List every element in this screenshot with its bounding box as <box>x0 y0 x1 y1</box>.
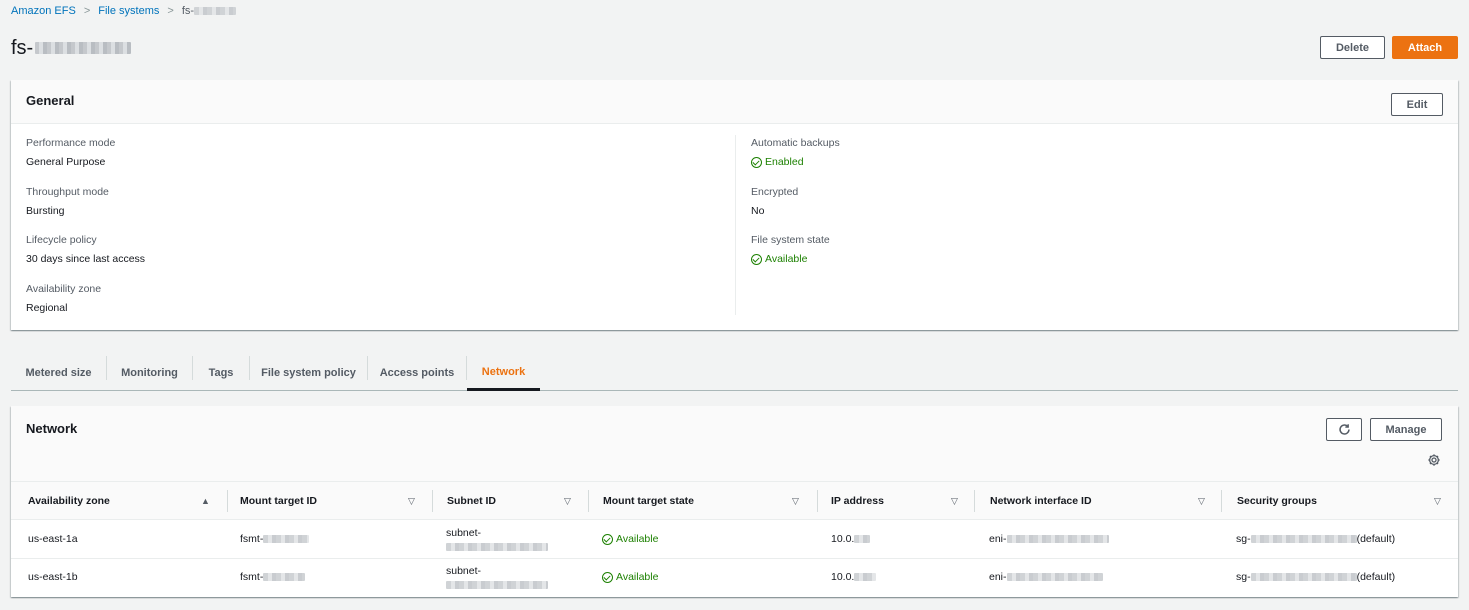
column-divider <box>735 135 736 315</box>
cell-mount-target-id: fsmt- <box>240 558 306 596</box>
cell-security-groups: sg- (default) <box>1236 533 1396 545</box>
tab-metered-size[interactable]: Metered size <box>11 356 106 390</box>
file-system-state: File system state Available <box>751 234 830 265</box>
sort-down-icon[interactable]: ▽ <box>1198 496 1205 507</box>
redacted-text <box>1006 535 1109 543</box>
general-panel-header: General <box>11 80 1458 124</box>
redacted-text <box>263 535 310 543</box>
general-title: General <box>26 93 75 108</box>
cell-availability-zone: us-east-1b <box>28 571 78 583</box>
cell-ip-address: 10.0. <box>831 558 877 596</box>
cell-mount-target-state: Available <box>602 520 658 558</box>
breadcrumb-current: fs- <box>181 5 195 17</box>
cell-subnet-id: subnet- <box>446 520 548 558</box>
sort-ascending-icon[interactable]: ▲ <box>201 496 210 506</box>
check-circle-icon <box>751 253 762 265</box>
breadcrumb-file-systems[interactable]: File systems <box>98 5 159 17</box>
status-text: Enabled <box>765 156 804 168</box>
edit-button[interactable]: Edit <box>1391 93 1443 116</box>
redacted-text <box>1250 573 1357 581</box>
network-title: Network <box>26 421 78 436</box>
column-header-security-groups[interactable]: Security groups <box>1237 482 1317 520</box>
cell-network-interface-id: eni- <box>989 520 1109 558</box>
column-separator <box>227 490 228 512</box>
refresh-button[interactable] <box>1326 418 1362 441</box>
redacted-text <box>854 535 871 543</box>
network-panel-header: Network <box>11 406 1458 482</box>
column-separator <box>974 490 975 512</box>
tab-file-system-policy[interactable]: File system policy <box>250 356 367 390</box>
cell-mount-target-id: fsmt- <box>240 520 310 558</box>
column-separator <box>1221 490 1222 512</box>
column-header-network-interface-id[interactable]: Network interface ID <box>990 482 1092 520</box>
tab-tags[interactable]: Tags <box>193 356 249 390</box>
throughput-mode: Throughput mode Bursting <box>26 186 109 217</box>
gear-icon[interactable] <box>1427 453 1441 467</box>
redacted-text <box>263 573 306 581</box>
column-header-availability-zone[interactable]: Availability zone <box>28 482 110 520</box>
column-separator <box>588 490 589 512</box>
sort-down-icon[interactable]: ▽ <box>1434 496 1441 507</box>
cell-mount-target-state: Available <box>602 558 658 596</box>
redacted-text <box>1250 535 1357 543</box>
refresh-icon <box>1338 424 1350 435</box>
tab-monitoring[interactable]: Monitoring <box>107 356 192 390</box>
detail-tabs: Metered size Monitoring Tags File system… <box>11 356 1458 391</box>
check-circle-icon <box>751 156 762 168</box>
delete-button[interactable]: Delete <box>1320 36 1385 59</box>
redacted-text <box>35 42 132 54</box>
page-title: fs- <box>11 35 132 61</box>
cell-security-groups: sg- (default) <box>1236 571 1396 583</box>
redacted-text <box>446 581 548 589</box>
breadcrumb: Amazon EFS > File systems > fs- <box>11 4 237 18</box>
performance-mode: Performance mode General Purpose <box>26 137 116 168</box>
sort-down-icon[interactable]: ▽ <box>792 496 799 507</box>
chevron-right-icon: > <box>167 5 174 17</box>
column-header-mount-target-id[interactable]: Mount target ID <box>240 482 317 520</box>
status-text: Available <box>765 253 808 265</box>
attach-button[interactable]: Attach <box>1392 36 1458 59</box>
column-separator <box>817 490 818 512</box>
sort-down-icon[interactable]: ▽ <box>564 496 571 507</box>
redacted-text <box>446 543 548 551</box>
sort-down-icon[interactable]: ▽ <box>951 496 958 507</box>
availability-zone: Availability zone Regional <box>26 283 102 314</box>
network-panel: Network Manage Availability zone ▲ Mount… <box>11 406 1458 597</box>
manage-button[interactable]: Manage <box>1370 418 1442 441</box>
tab-access-points[interactable]: Access points <box>368 356 466 390</box>
cell-subnet-id: subnet- <box>446 558 548 596</box>
encrypted: Encrypted No <box>751 186 799 217</box>
breadcrumb-amazon-efs[interactable]: Amazon EFS <box>11 5 76 17</box>
column-header-mount-target-state[interactable]: Mount target state <box>603 482 694 520</box>
column-header-subnet-id[interactable]: Subnet ID <box>447 482 496 520</box>
redacted-text <box>194 7 237 15</box>
column-header-ip-address[interactable]: IP address <box>831 482 884 520</box>
sort-down-icon[interactable]: ▽ <box>408 496 415 507</box>
redacted-text <box>1006 573 1103 581</box>
lifecycle-policy: Lifecycle policy 30 days since last acce… <box>26 234 146 265</box>
check-circle-icon <box>602 533 613 545</box>
redacted-text <box>854 573 877 581</box>
page-title-text: fs- <box>11 36 34 59</box>
tab-network[interactable]: Network <box>467 356 540 391</box>
cell-network-interface-id: eni- <box>989 558 1103 596</box>
chevron-right-icon: > <box>83 5 91 17</box>
automatic-backups: Automatic backups Enabled <box>751 137 840 168</box>
cell-ip-address: 10.0. <box>831 520 871 558</box>
cell-availability-zone: us-east-1a <box>28 533 78 545</box>
column-separator <box>432 490 433 512</box>
check-circle-icon <box>602 571 613 583</box>
